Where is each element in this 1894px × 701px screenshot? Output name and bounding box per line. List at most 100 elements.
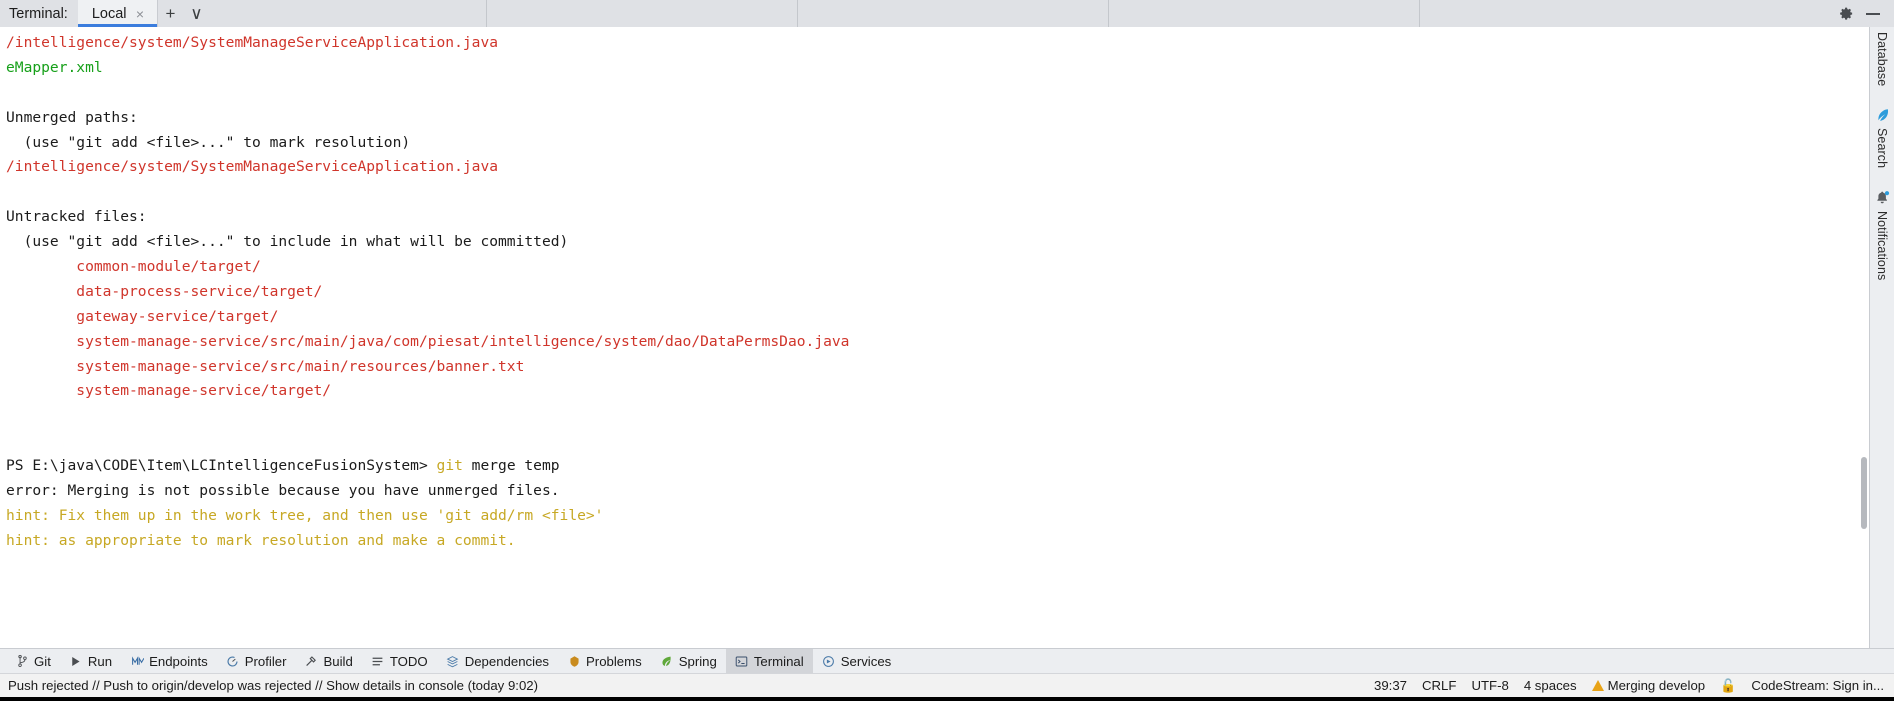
terminal-line-text: system-manage-service/src/main/resources… xyxy=(6,357,525,375)
branch-state-label: Merging develop xyxy=(1607,678,1706,693)
tool-window-git[interactable]: Git xyxy=(6,649,60,674)
terminal-line: eMapper.xml xyxy=(6,56,1869,81)
terminal-title: Terminal: xyxy=(9,5,68,22)
terminal-tab-strip: Local × xyxy=(77,0,158,27)
line-separator[interactable]: CRLF xyxy=(1422,678,1456,693)
terminal-line-text: Untracked files: xyxy=(6,208,147,226)
right-tool-rail: Database Search Notifications xyxy=(1869,27,1894,648)
terminal-line-text: gateway-service/target/ xyxy=(6,307,279,325)
terminal-line: PS E:\java\CODE\Item\LCIntelligenceFusio… xyxy=(6,454,1869,479)
caret-position[interactable]: 39:37 xyxy=(1374,678,1407,693)
terminal-line-segment: git xyxy=(436,457,463,475)
tool-window-dependencies[interactable]: Dependencies xyxy=(437,649,558,674)
terminal-line-text: hint: as appropriate to mark resolution … xyxy=(6,531,516,549)
terminal-line: gateway-service/target/ xyxy=(6,305,1869,330)
terminal-line-text: system-manage-service/target/ xyxy=(6,382,332,400)
tool-window-bar: Git Run Endpoints Profiler Build TODO Dependen… xyxy=(0,648,1894,674)
terminal-line: system-manage-service/src/main/java/com/… xyxy=(6,330,1869,355)
branch-state[interactable]: Merging develop xyxy=(1591,678,1706,693)
spring-leaf-icon xyxy=(660,654,674,668)
terminal-line-text: Unmerged paths: xyxy=(6,108,138,126)
tool-window-profiler[interactable]: Profiler xyxy=(217,649,296,674)
ide-window: Terminal: Local × + ∨ /intelligence/syst… xyxy=(0,0,1894,701)
terminal-line: /intelligence/system/SystemManageService… xyxy=(6,31,1869,56)
bell-icon xyxy=(1874,190,1890,206)
status-message[interactable]: Push rejected // Push to origin/develop … xyxy=(8,678,1374,693)
codestream-status[interactable]: CodeStream: Sign in... xyxy=(1751,678,1884,693)
tool-window-todo[interactable]: TODO xyxy=(362,649,437,674)
terminal-line-text: common-module/target/ xyxy=(6,258,261,276)
rail-item-notifications[interactable]: Notifications xyxy=(1874,190,1890,283)
header-cell xyxy=(1109,0,1420,27)
tool-window-label: TODO xyxy=(389,653,428,669)
header-window-controls xyxy=(1839,0,1894,27)
tool-window-problems[interactable]: Problems xyxy=(558,649,651,674)
search-feather-icon xyxy=(1874,107,1890,123)
rail-item-database[interactable]: Database xyxy=(1875,29,1889,89)
unlocked-icon[interactable]: 🔓 xyxy=(1720,678,1736,694)
terminal-line-segment: PS E:\java\CODE\Item\LCIntelligenceFusio… xyxy=(6,457,437,475)
encoding[interactable]: UTF-8 xyxy=(1471,678,1508,693)
tool-window-terminal[interactable]: Terminal xyxy=(725,648,813,674)
rail-item-search[interactable]: Search xyxy=(1874,107,1890,171)
terminal-icon xyxy=(735,654,749,668)
gear-icon[interactable] xyxy=(1839,6,1854,21)
header-cell xyxy=(487,0,798,27)
minimize-icon[interactable] xyxy=(1866,12,1880,15)
header-cell xyxy=(798,0,1109,27)
terminal-output-panel[interactable]: /intelligence/system/SystemManageService… xyxy=(0,27,1869,648)
tool-window-spring[interactable]: Spring xyxy=(651,649,726,674)
git-branch-icon xyxy=(15,654,29,668)
header-empty-cells xyxy=(210,0,1894,27)
terminal-line: error: Merging is not possible because y… xyxy=(6,479,1869,504)
terminal-line-text: error: Merging is not possible because y… xyxy=(6,482,560,500)
rail-item-label: Database xyxy=(1875,32,1889,87)
profiler-icon xyxy=(226,654,240,668)
terminal-line: (use "git add <file>..." to mark resolut… xyxy=(6,131,1869,156)
terminal-line-text: eMapper.xml xyxy=(6,58,103,76)
tool-window-label: Terminal xyxy=(753,653,804,669)
terminal-line-segment: merge temp xyxy=(462,457,560,475)
chevron-down-icon[interactable]: ∨ xyxy=(184,0,210,27)
terminal-line: hint: as appropriate to mark resolution … xyxy=(6,529,1869,554)
tool-window-label: Build xyxy=(323,653,353,669)
terminal-tab-label: Local xyxy=(91,5,127,22)
indent-setting[interactable]: 4 spaces xyxy=(1524,678,1577,693)
endpoints-icon xyxy=(130,654,144,668)
tool-window-label: Endpoints xyxy=(149,653,208,669)
terminal-line-text: data-process-service/target/ xyxy=(6,282,323,300)
tool-window-endpoints[interactable]: Endpoints xyxy=(121,649,217,674)
tool-window-run[interactable]: Run xyxy=(60,649,121,674)
terminal-line: system-manage-service/target/ xyxy=(6,379,1869,404)
dependencies-icon xyxy=(446,654,460,668)
tool-window-services[interactable]: Services xyxy=(813,649,901,674)
terminal-line: common-module/target/ xyxy=(6,255,1869,280)
todo-list-icon xyxy=(371,654,385,668)
terminal-line: data-process-service/target/ xyxy=(6,280,1869,305)
tool-window-label: Run xyxy=(87,653,113,669)
tool-window-label: Spring xyxy=(678,653,717,669)
services-icon xyxy=(822,654,836,668)
terminal-line-text: (use "git add <file>..." to mark resolut… xyxy=(6,133,411,151)
rail-item-label: Notifications xyxy=(1875,210,1889,280)
terminal-line-text: /intelligence/system/SystemManageService… xyxy=(6,158,499,176)
tool-window-label: Problems xyxy=(586,653,642,669)
terminal-scrollbar[interactable] xyxy=(1861,457,1867,529)
terminal-line: Unmerged paths: xyxy=(6,106,1869,131)
close-icon[interactable]: × xyxy=(134,7,147,21)
status-bar: Push rejected // Push to origin/develop … xyxy=(0,673,1894,697)
tool-window-label: Services xyxy=(840,653,892,669)
terminal-line: hint: Fix them up in the work tree, and … xyxy=(6,504,1869,529)
terminal-tab-local[interactable]: Local × xyxy=(77,0,158,27)
run-play-icon xyxy=(69,654,83,668)
build-hammer-icon xyxy=(305,654,319,668)
header-cell xyxy=(210,0,487,27)
terminal-line: Untracked files: xyxy=(6,205,1869,230)
new-terminal-tab-button[interactable]: + xyxy=(158,0,184,27)
warning-triangle-icon xyxy=(1591,680,1604,691)
tool-window-build[interactable]: Build xyxy=(296,649,362,674)
terminal-line-text: system-manage-service/src/main/java/com/… xyxy=(6,332,850,350)
